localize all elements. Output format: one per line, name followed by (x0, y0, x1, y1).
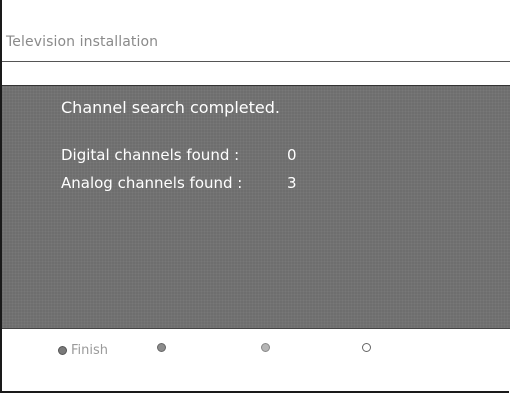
green-key-button[interactable] (157, 343, 166, 352)
menu-header: Television installation (2, 0, 510, 62)
color-key-bar: Finish (2, 329, 510, 391)
green-key-icon (157, 343, 166, 352)
finish-button[interactable]: Finish (58, 343, 108, 358)
analog-channels-label: Analog channels found : (61, 174, 243, 192)
blue-key-button[interactable] (362, 343, 371, 352)
digital-channels-count: 0 (287, 146, 297, 164)
page-title: Television installation (6, 34, 159, 50)
yellow-key-button[interactable] (261, 343, 270, 352)
finish-button-label: Finish (71, 343, 109, 358)
blue-key-icon (362, 343, 371, 352)
result-panel: Channel search completed. Digital channe… (2, 86, 510, 328)
yellow-key-icon (261, 343, 270, 352)
header-divider (2, 61, 510, 62)
search-complete-message: Channel search completed. (61, 98, 280, 117)
digital-channels-label: Digital channels found : (61, 146, 240, 164)
red-key-icon (58, 346, 67, 355)
analog-channels-count: 3 (287, 174, 297, 192)
